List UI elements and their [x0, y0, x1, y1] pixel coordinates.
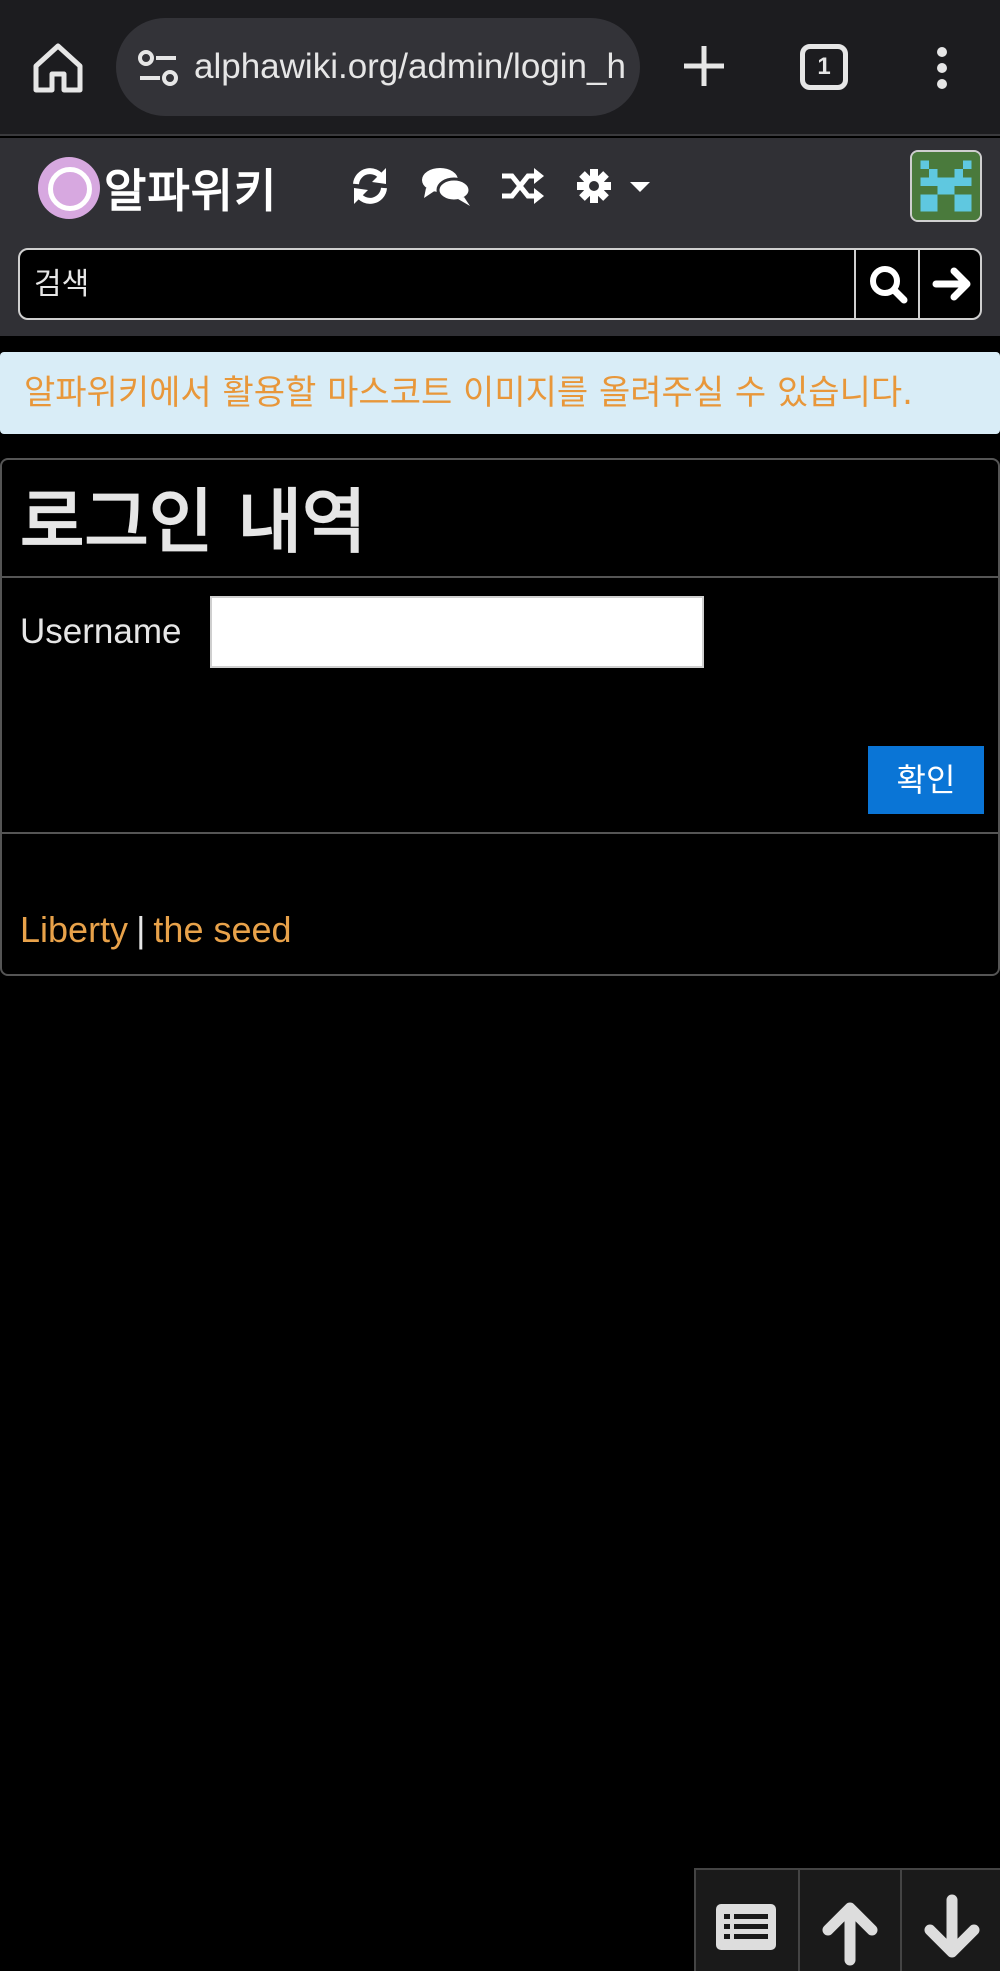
url-text[interactable]: alphawiki.org/admin/login_h — [194, 42, 624, 92]
site-settings-icon[interactable] — [136, 48, 180, 88]
search-input[interactable] — [34, 262, 834, 306]
home-icon — [33, 43, 83, 93]
random-icon[interactable] — [498, 164, 546, 208]
more-menu-button[interactable] — [924, 44, 960, 92]
logo-icon — [38, 157, 100, 219]
search-bar — [18, 248, 982, 320]
scroll-up-icon — [822, 1902, 878, 1966]
home-button[interactable] — [28, 40, 88, 96]
scroll-down-icon — [924, 1894, 980, 1958]
settings-icon[interactable] — [576, 164, 656, 208]
toc-button[interactable] — [696, 1870, 796, 1971]
footer-divider — [2, 832, 998, 834]
recent-changes-icon[interactable] — [348, 164, 392, 208]
address-bar[interactable]: alphawiki.org/admin/login_h — [116, 18, 640, 116]
scroll-up-button[interactable] — [798, 1870, 898, 1971]
more-menu-icon — [937, 47, 947, 89]
username-field[interactable] — [210, 596, 704, 668]
footer-separator: | — [136, 909, 146, 950]
new-tab-button[interactable] — [676, 38, 732, 94]
logo-text: 알파위키 — [104, 164, 278, 218]
discussion-icon[interactable] — [420, 164, 472, 208]
username-label: Username — [20, 612, 182, 651]
tab-switcher-icon[interactable]: 1 — [800, 44, 848, 90]
search-button[interactable] — [854, 250, 918, 318]
confirm-button[interactable]: 확인 — [868, 746, 984, 814]
title-divider — [2, 576, 998, 578]
footer-link-liberty[interactable]: Liberty — [20, 909, 128, 950]
new-tab-icon — [684, 46, 724, 86]
browser-toolbar: alphawiki.org/admin/login_h 1 — [0, 0, 1000, 136]
floating-nav-buttons — [694, 1868, 1000, 1971]
go-arrow-icon — [932, 267, 971, 301]
site-notice: 알파위키에서 활용할 마스코트 이미지를 올려주실 수 있습니다. — [0, 352, 1000, 434]
wiki-logo-link[interactable]: 알파위키 — [38, 156, 277, 220]
avatar-image — [912, 152, 980, 220]
scroll-down-button[interactable] — [900, 1870, 1000, 1971]
toc-icon — [716, 1904, 776, 1950]
site-notice-text[interactable]: 알파위키에서 활용할 마스코트 이미지를 올려주실 수 있습니다. — [0, 352, 1000, 434]
footer-link-the-seed[interactable]: the seed — [153, 909, 291, 950]
search-icon — [870, 266, 908, 304]
page-title: 로그인 내역 — [20, 481, 367, 563]
wiki-navbar: 알파위키 — [0, 138, 1000, 336]
go-button[interactable] — [918, 250, 982, 318]
user-avatar[interactable] — [910, 150, 982, 222]
footer-links: Liberty | the seed — [20, 906, 292, 954]
content-card: 로그인 내역 Username 확인 Liberty | the seed — [0, 458, 1000, 976]
